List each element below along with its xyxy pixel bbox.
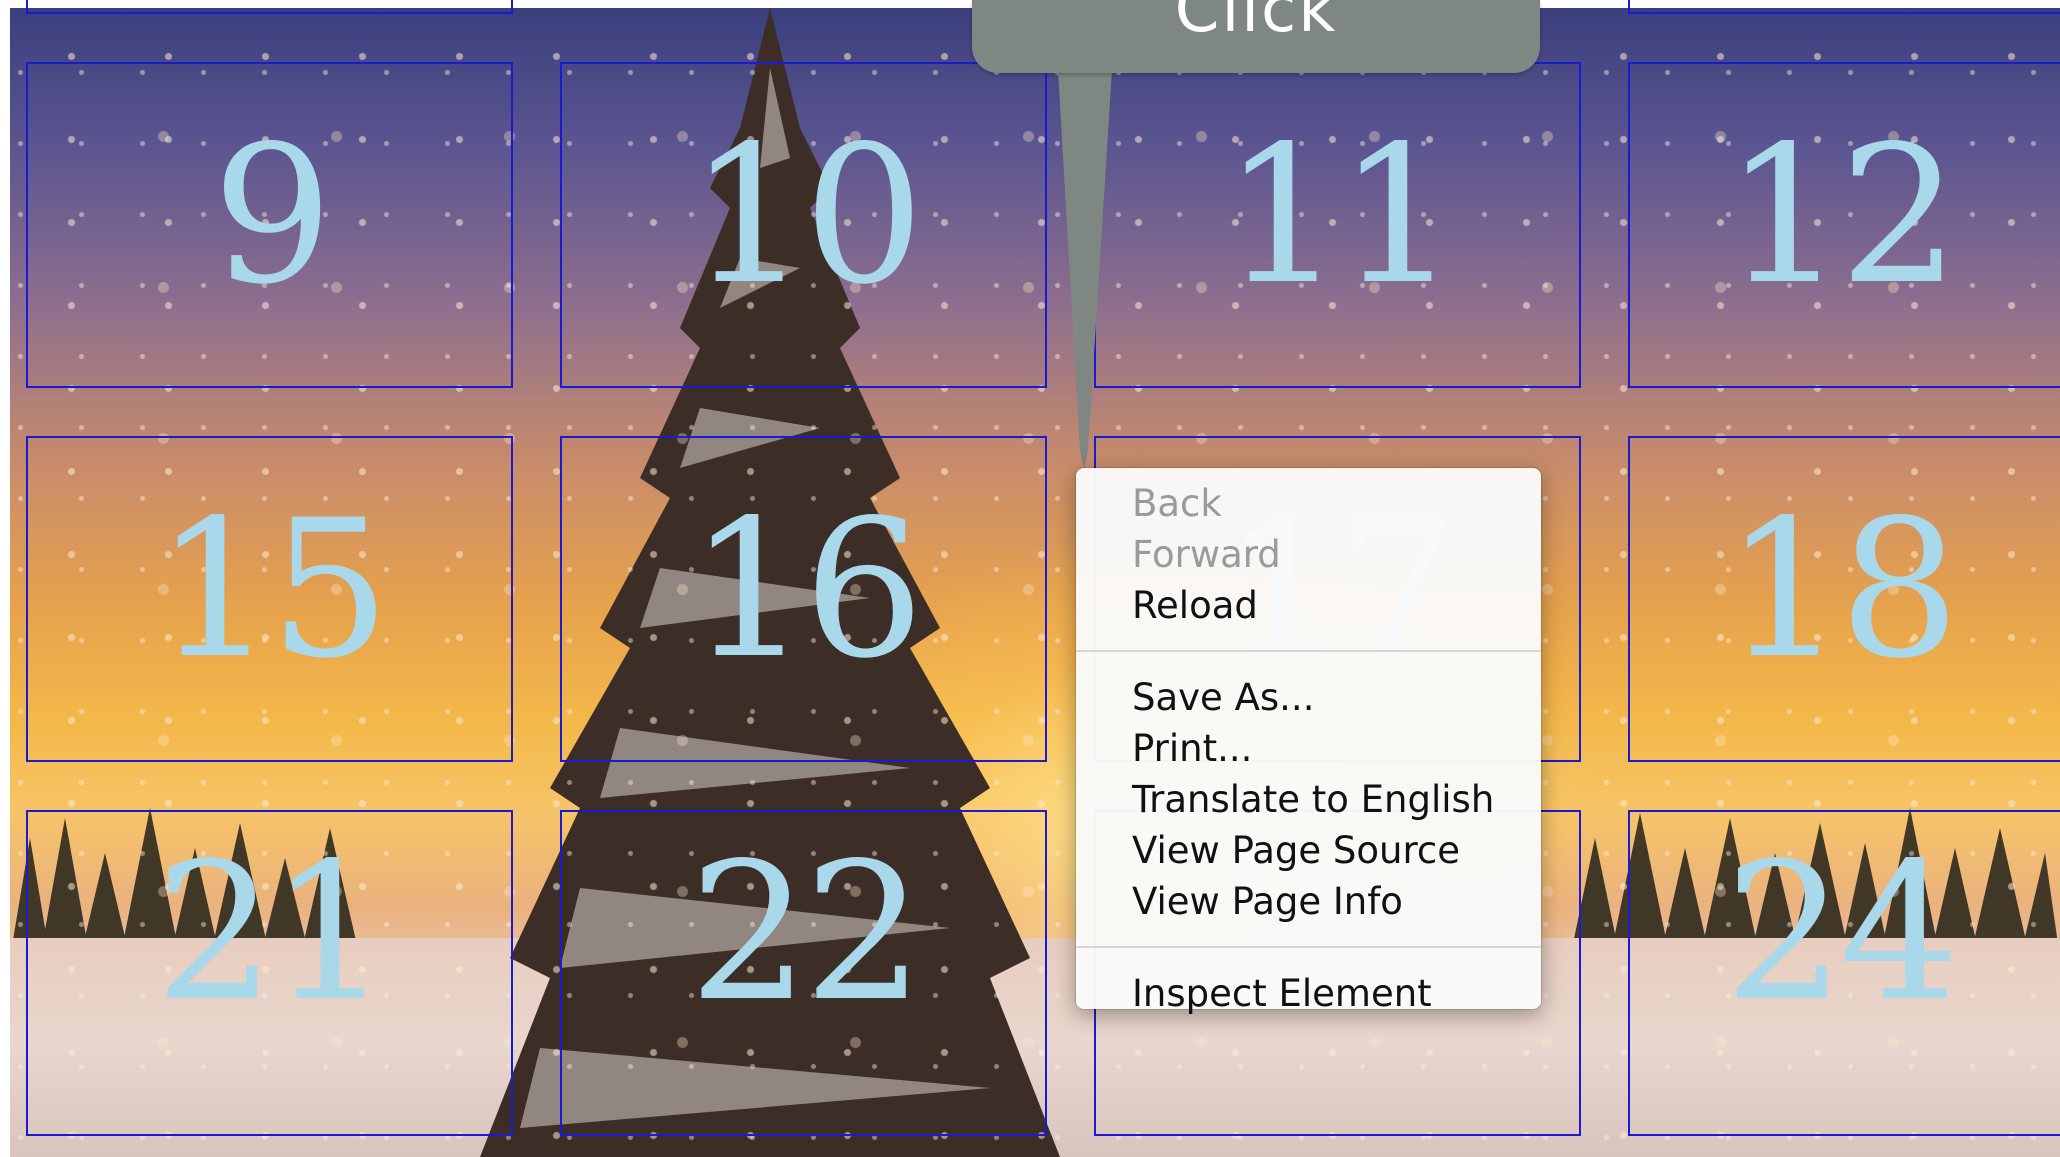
callout-label: Click [1174, 0, 1338, 47]
menu-separator [1076, 650, 1541, 652]
menu-item-inspect-element[interactable]: Inspect Element [1076, 968, 1541, 1019]
calendar-cell[interactable]: 24 [1628, 810, 2060, 1136]
day-number: 22 [688, 822, 925, 1043]
menu-item-save-as[interactable]: Save As... [1076, 672, 1541, 723]
menu-item-print[interactable]: Print... [1076, 723, 1541, 774]
calendar-cell[interactable]: 22 [560, 810, 1047, 1136]
calendar-cell-top-partial [1628, 0, 2060, 14]
calendar-cell[interactable]: 16 [560, 436, 1047, 762]
calendar-cell[interactable]: 21 [26, 810, 513, 1136]
calendar-cell-top-partial [26, 0, 513, 14]
menu-item-view-page-info[interactable]: View Page Info [1076, 876, 1541, 927]
callout-pointer [1058, 70, 1112, 470]
day-number: 18 [1724, 479, 1960, 700]
calendar-cell[interactable]: 11 [1094, 62, 1581, 388]
day-number: 12 [1724, 105, 1960, 326]
menu-item-reload[interactable]: Reload [1076, 580, 1541, 631]
calendar-cell[interactable]: 9 [26, 62, 513, 388]
day-number: 10 [688, 105, 925, 326]
menu-item-view-page-source[interactable]: View Page Source [1076, 825, 1541, 876]
calendar-cell[interactable]: 15 [26, 436, 513, 762]
click-callout: Click [972, 0, 1540, 73]
day-number: 21 [154, 822, 391, 1043]
calendar-cell[interactable]: 10 [560, 62, 1047, 388]
day-number: 24 [1724, 822, 1960, 1043]
calendar-cell[interactable]: 12 [1628, 62, 2060, 388]
context-menu: Back Forward Reload Save As... Print... … [1076, 468, 1541, 1015]
menu-item-back[interactable]: Back [1076, 478, 1541, 529]
menu-item-translate[interactable]: Translate to English [1076, 774, 1541, 825]
day-number: 16 [688, 479, 925, 700]
menu-item-forward[interactable]: Forward [1076, 529, 1541, 580]
calendar-cell[interactable]: 18 [1628, 436, 2060, 762]
day-number: 11 [1222, 105, 1459, 326]
day-number: 9 [212, 105, 333, 326]
day-number: 15 [154, 479, 391, 700]
menu-separator [1076, 946, 1541, 948]
